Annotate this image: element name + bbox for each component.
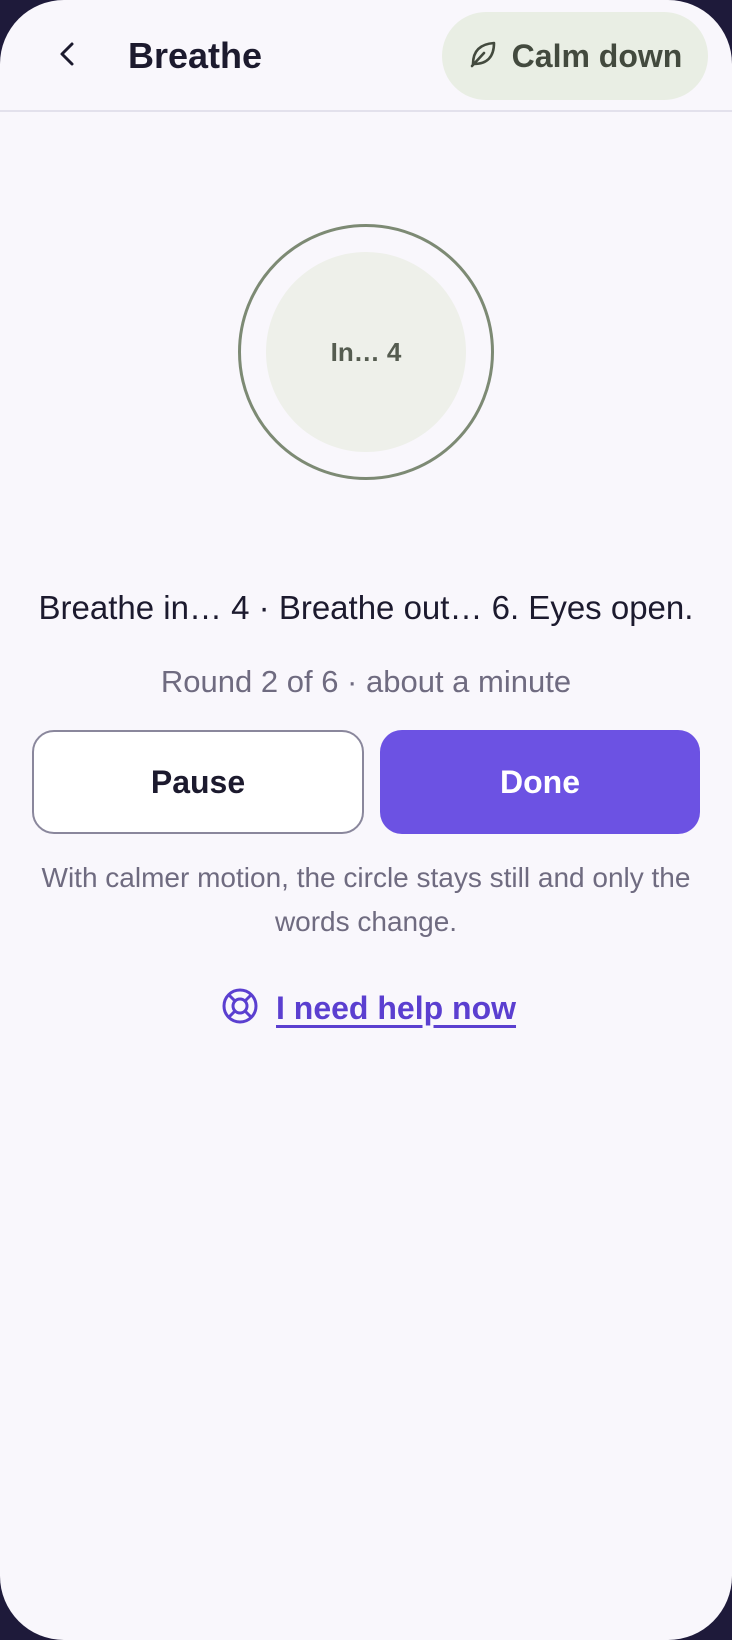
motion-note: With calmer motion, the circle stays sti… [41,862,691,937]
breathing-instruction: Breathe in… 4 · Breathe out… 6. Eyes ope… [38,589,694,626]
page-title: Breathe [128,35,263,76]
done-button[interactable]: Done [380,730,700,834]
lifebuoy-icon [220,986,260,1031]
app-screen: Breathe Calm down In… 4 Breathe in… 4 · … [0,0,732,1640]
leaf-icon [468,39,498,74]
back-button[interactable] [44,28,92,84]
help-link[interactable]: I need help now [220,984,516,1032]
calm-down-label: Calm down [511,37,683,74]
breath-circle-label: In… 4 [266,252,466,452]
calm-down-button[interactable]: Calm down [442,12,708,100]
pause-button[interactable]: Pause [32,730,364,834]
top-bar: Breathe Calm down [0,0,732,112]
breath-circle: In… 4 [238,224,494,480]
round-status: Round 2 of 6 · about a minute [160,664,572,699]
help-link-label[interactable]: I need help now [276,990,516,1027]
chevron-left-icon [56,38,80,75]
